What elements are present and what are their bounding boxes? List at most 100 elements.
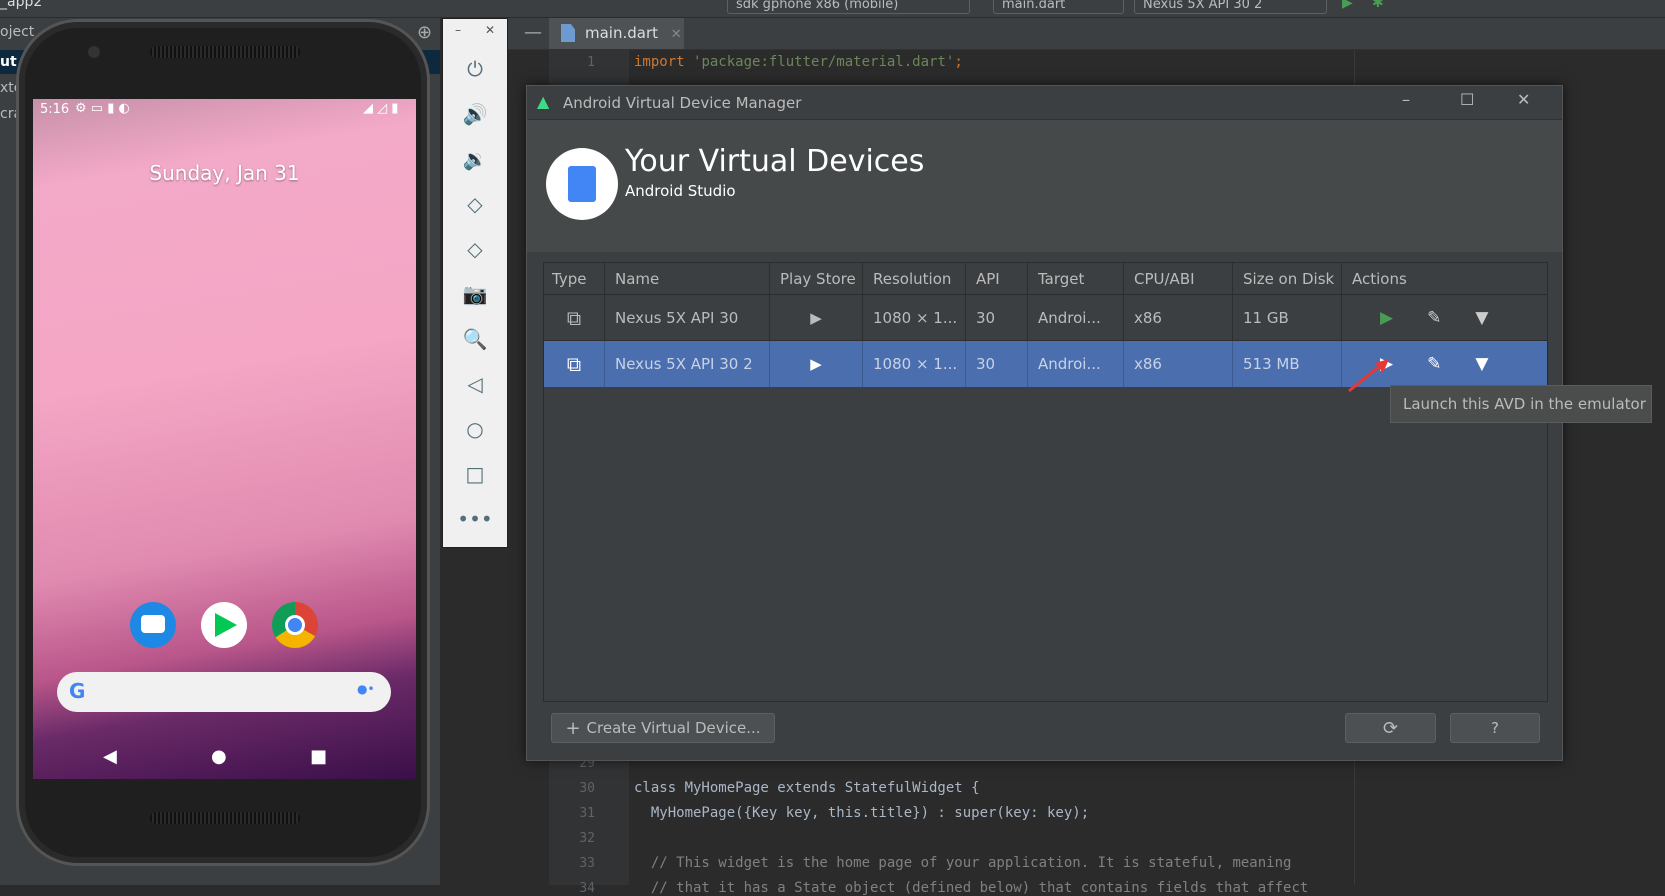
more-actions-dropdown[interactable]: ▼ [1475, 354, 1488, 374]
col-cpu[interactable]: CPU/ABI [1124, 263, 1233, 294]
create-label: Create Virtual Device... [586, 719, 761, 737]
col-target[interactable]: Target [1028, 263, 1124, 294]
create-virtual-device-button[interactable]: + Create Virtual Device... [551, 713, 775, 743]
dialog-title-bar[interactable]: ▲ Android Virtual Device Manager – ☐ ✕ [527, 86, 1562, 120]
device-name: Nexus 5X API 30 [605, 295, 770, 340]
overview-icon[interactable]: □ [443, 462, 507, 486]
close-tab-icon[interactable]: ✕ [671, 27, 682, 42]
col-resolution[interactable]: Resolution [863, 263, 966, 294]
more-actions-dropdown[interactable]: ▼ [1475, 308, 1488, 328]
table-row-selected[interactable]: ⧉ Nexus 5X API 30 2 ▶ 1080 × 1... 30 And… [544, 341, 1547, 387]
status-time: 5:16 [40, 102, 70, 117]
run-icon[interactable]: ▶ [1342, 0, 1353, 11]
nav-recents-icon[interactable]: ■ [310, 746, 327, 767]
maximize-icon[interactable]: ☐ [1460, 90, 1474, 109]
annotation-arrow-icon [1348, 359, 1389, 393]
col-play-store[interactable]: Play Store [770, 263, 863, 294]
col-api[interactable]: API [966, 263, 1028, 294]
run-device-dropdown[interactable]: sdk gphone x86 (mobile) [727, 0, 970, 14]
signal-battery-icons: ◢ ◿ ▮ [363, 101, 399, 116]
code-line-30: class MyHomePage extends StatefulWidget … [634, 780, 980, 796]
tab-main-dart[interactable]: main.dart ✕ [549, 18, 684, 49]
main-toolbar: _app2 sdk gphone x86 (mobile) main.dart … [0, 0, 1665, 18]
volume-down-icon[interactable]: 🔉 [443, 147, 507, 171]
lockscreen-date: Sunday, Jan 31 [149, 161, 300, 185]
avd-manager-dialog: ▲ Android Virtual Device Manager – ☐ ✕ Y… [526, 85, 1563, 761]
google-g-icon: G [69, 679, 86, 703]
code-line-31: MyHomePage({Key key, this.title}) : supe… [634, 805, 1090, 821]
emulator-screen[interactable]: 5:16 ⚙ ▭ ▮ ◐ ◢ ◿ ▮ Sunday, Jan 31 G ●• ◀… [33, 99, 416, 779]
code-line-34: // that it has a State object (defined b… [634, 880, 1309, 896]
size-on-disk: 513 MB [1233, 341, 1342, 387]
debug-icon[interactable]: ✱ [1372, 0, 1384, 11]
close-icon[interactable]: ✕ [1517, 90, 1530, 109]
home-icon[interactable]: ○ [443, 417, 507, 441]
col-type[interactable]: Type [544, 263, 605, 294]
cpu-abi: x86 [1124, 295, 1233, 340]
refresh-icon: ⟳ [1382, 717, 1399, 739]
project-label[interactable]: oject [0, 24, 34, 40]
android-icon: ▲ [537, 92, 550, 111]
table-row[interactable]: ⧉ Nexus 5X API 30 ▶ 1080 × 1... 30 Andro… [544, 295, 1547, 341]
zoom-icon[interactable]: 🔍 [443, 327, 507, 351]
resolution: 1080 × 1... [863, 295, 966, 340]
speaker-grille [150, 46, 300, 58]
line-number: 33 [579, 856, 595, 871]
screenshot-icon[interactable]: 📷 [443, 282, 507, 306]
back-icon[interactable]: ◁ [443, 372, 507, 396]
device-table: Type Name Play Store Resolution API Targ… [543, 262, 1548, 702]
tooltip: Launch this AVD in the emulator [1390, 385, 1652, 423]
avd-dropdown[interactable]: Nexus 5X API 30 2 [1134, 0, 1327, 14]
chrome-icon[interactable] [272, 602, 318, 648]
android-studio-logo [546, 148, 618, 220]
play-store-icon: ▶ [770, 295, 863, 340]
line-number: 31 [579, 806, 595, 821]
code-line-33: // This widget is the home page of your … [634, 855, 1292, 871]
tree-item[interactable]: ut [0, 54, 17, 70]
volume-up-icon[interactable]: 🔊 [443, 102, 507, 126]
rotate-left-icon[interactable]: ◇ [443, 192, 507, 216]
play-store-icon: ▶ [770, 341, 863, 387]
google-search-bar[interactable]: G ●• [57, 672, 391, 712]
emulator-minimize-icon[interactable]: – [455, 23, 461, 37]
dialog-header: Your Virtual Devices Android Studio [527, 120, 1562, 252]
minimize-panel-icon[interactable]: — [524, 22, 542, 43]
target: Androi... [1028, 295, 1124, 340]
dart-file-icon [561, 24, 575, 42]
api: 30 [966, 295, 1028, 340]
line-number: 30 [579, 781, 595, 796]
api: 30 [966, 341, 1028, 387]
edit-icon[interactable]: ✎ [1427, 308, 1441, 328]
project-title: _app2 [0, 0, 43, 10]
help-button[interactable]: ? [1450, 713, 1540, 743]
col-size[interactable]: Size on Disk [1233, 263, 1342, 294]
messages-icon[interactable] [130, 602, 176, 648]
emulator-close-icon[interactable]: ✕ [485, 23, 495, 37]
nav-home-icon[interactable]: ● [211, 746, 227, 767]
col-actions[interactable]: Actions [1342, 263, 1547, 294]
refresh-button[interactable]: ⟳ [1345, 713, 1436, 743]
cpu-abi: x86 [1124, 341, 1233, 387]
edit-icon[interactable]: ✎ [1427, 354, 1441, 374]
size-on-disk: 11 GB [1233, 295, 1342, 340]
play-store-icon[interactable] [201, 602, 247, 648]
minimize-icon[interactable]: – [1402, 90, 1410, 109]
launch-avd-button[interactable]: ▶ [1380, 308, 1393, 328]
phone-tablet-icon: ⧉ [544, 341, 605, 387]
plus-icon: + [565, 717, 581, 739]
code-line-1: import 'package:flutter/material.dart'; [634, 54, 963, 70]
target-icon[interactable]: ⊕ [417, 22, 432, 43]
front-camera [88, 46, 100, 58]
page-subtitle: Android Studio [625, 182, 736, 200]
nav-back-icon[interactable]: ◀ [103, 746, 117, 767]
speaker-grille [150, 812, 300, 824]
assistant-icon[interactable]: ●• [357, 682, 375, 696]
more-icon[interactable]: ••• [443, 507, 507, 531]
line-number: 34 [579, 881, 595, 896]
power-icon[interactable]: ⏻ [443, 57, 507, 81]
run-config-dropdown[interactable]: main.dart [993, 0, 1124, 14]
rotate-right-icon[interactable]: ◇ [443, 237, 507, 261]
col-name[interactable]: Name [605, 263, 770, 294]
dialog-title: Android Virtual Device Manager [563, 94, 802, 112]
target: Androi... [1028, 341, 1124, 387]
